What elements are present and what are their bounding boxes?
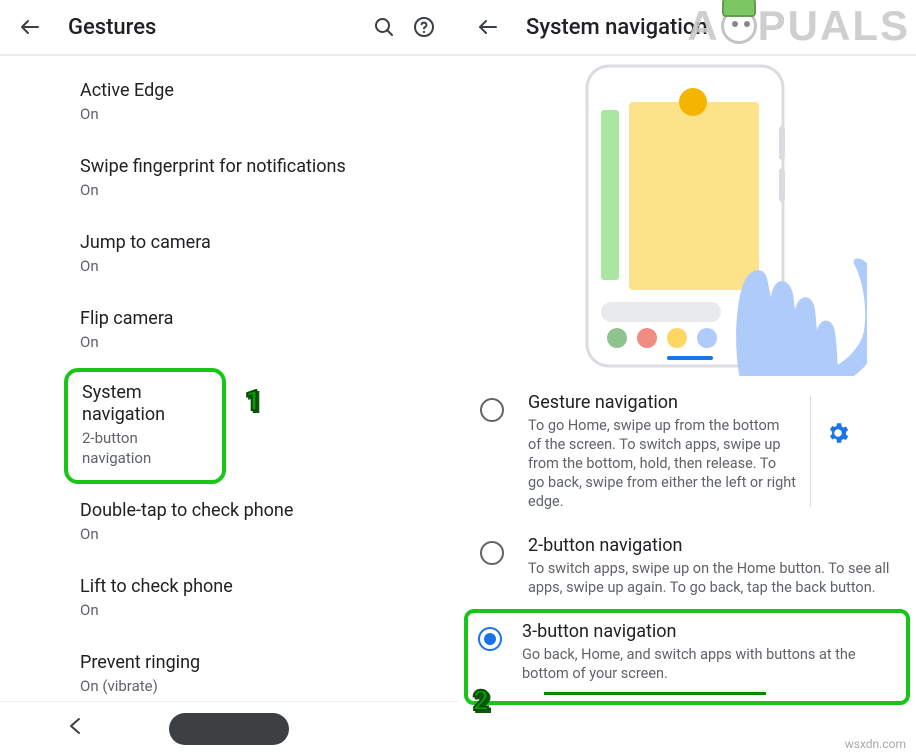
nav-home-pill[interactable] <box>169 713 289 745</box>
option-title: 2-button navigation <box>528 535 902 556</box>
gear-icon[interactable] <box>821 420 855 446</box>
item-sub: 2-button navigation <box>82 428 206 468</box>
item-label: Prevent ringing <box>80 652 434 674</box>
item-sub: On <box>80 104 434 124</box>
gestures-screen: Gestures Active Edge On Swipe fingerprin… <box>0 0 458 755</box>
help-icon[interactable] <box>404 7 444 47</box>
page-title: System navigation <box>526 15 902 40</box>
item-active-edge[interactable]: Active Edge On <box>0 64 458 140</box>
option-desc: To switch apps, swipe up on the Home but… <box>528 559 902 597</box>
back-icon[interactable] <box>468 7 508 47</box>
option-desc: To go Home, swipe up from the bottom of … <box>528 416 796 511</box>
back-icon[interactable] <box>10 7 50 47</box>
radio-icon[interactable] <box>478 627 502 651</box>
option-desc: Go back, Home, and switch apps with butt… <box>522 645 896 683</box>
step-badge-2: 2 <box>464 680 498 720</box>
item-label: Jump to camera <box>80 232 434 254</box>
item-sub: On <box>80 180 434 200</box>
item-jump-to-camera[interactable]: Jump to camera On <box>0 216 458 292</box>
item-swipe-fingerprint[interactable]: Swipe fingerprint for notifications On <box>0 140 458 216</box>
system-navigation-screen: System navigation <box>458 0 916 755</box>
item-system-navigation[interactable]: System navigation 2-button navigation <box>64 368 226 484</box>
two-button-navbar <box>0 701 458 755</box>
settings-list: Active Edge On Swipe fingerprint for not… <box>0 56 458 712</box>
item-sub: On <box>80 332 434 352</box>
item-label: System navigation <box>82 382 206 426</box>
step-badge-1: 1 <box>236 380 270 420</box>
divider <box>810 396 811 507</box>
option-title: 3-button navigation <box>522 621 896 642</box>
item-double-tap[interactable]: Double-tap to check phone On <box>0 484 458 560</box>
illustration <box>458 56 916 376</box>
item-label: Flip camera <box>80 308 434 330</box>
item-label: Double-tap to check phone <box>80 500 434 522</box>
item-sub: On <box>80 256 434 276</box>
radio-icon[interactable] <box>480 541 504 565</box>
item-sub: On (vibrate) <box>80 676 434 696</box>
item-sub: On <box>80 600 434 620</box>
item-flip-camera[interactable]: Flip camera On <box>0 292 458 368</box>
appbar: System navigation <box>458 0 916 56</box>
navigation-options: Gesture navigation To go Home, swipe up … <box>458 376 916 705</box>
item-sub: On <box>80 524 434 544</box>
item-lift-to-check[interactable]: Lift to check phone On <box>0 560 458 636</box>
page-title: Gestures <box>68 15 364 40</box>
radio-icon[interactable] <box>480 398 504 422</box>
footer-url: wsxdn.com <box>845 737 906 751</box>
option-title: Gesture navigation <box>528 392 796 413</box>
nav-back-icon[interactable] <box>0 716 151 741</box>
option-three-button-navigation[interactable]: 3-button navigation Go back, Home, and s… <box>464 609 910 705</box>
item-label: Active Edge <box>80 80 434 102</box>
search-icon[interactable] <box>364 7 404 47</box>
item-label: Lift to check phone <box>80 576 434 598</box>
appbar: Gestures <box>0 0 458 56</box>
highlight-underline <box>544 692 766 695</box>
option-two-button-navigation[interactable]: 2-button navigation To switch apps, swip… <box>458 523 916 609</box>
option-gesture-navigation[interactable]: Gesture navigation To go Home, swipe up … <box>458 380 916 523</box>
item-label: Swipe fingerprint for notifications <box>80 156 434 178</box>
